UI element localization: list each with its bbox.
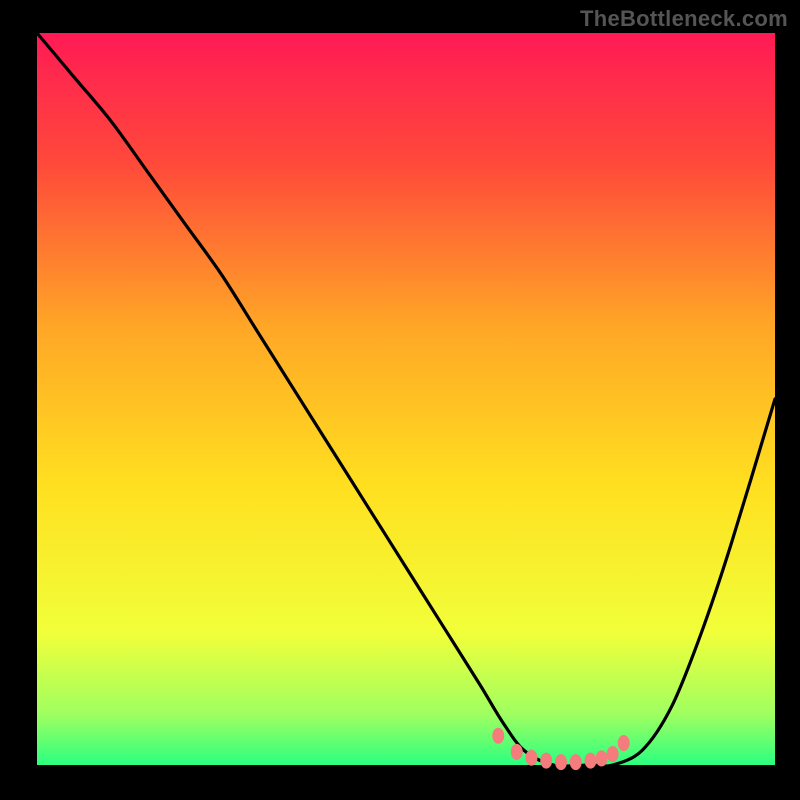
valley-marker [618,735,630,751]
valley-marker [570,754,582,770]
valley-marker [511,744,523,760]
valley-marker [585,753,597,769]
valley-marker [492,728,504,744]
watermark-label: TheBottleneck.com [580,6,788,32]
gradient-background [37,33,775,765]
chart-canvas [0,0,800,800]
valley-marker [596,750,608,766]
valley-marker [525,750,537,766]
valley-marker [555,754,567,770]
valley-marker [607,746,619,762]
valley-marker [540,753,552,769]
